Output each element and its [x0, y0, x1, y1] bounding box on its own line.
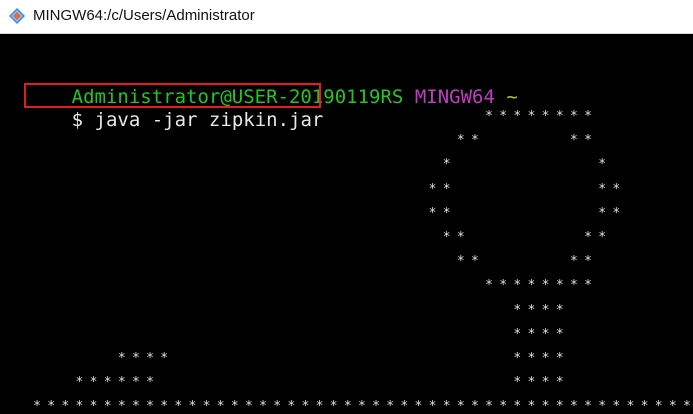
ascii-art-line: ******** [19, 278, 599, 294]
ascii-art-line: ****************************************… [19, 399, 693, 414]
ascii-art-line: ** ** [19, 181, 627, 197]
ascii-art-line: ****** **** [19, 375, 570, 391]
ascii-art-line: ******** [19, 109, 599, 124]
ascii-art-line: ** ** [19, 205, 627, 221]
ascii-art-line: * * [19, 157, 613, 173]
ascii-art-line: **** [19, 326, 570, 342]
title-bar[interactable]: MINGW64:/c/Users/Administrator [0, 0, 693, 34]
ascii-art-line: **** [19, 302, 570, 318]
git-bash-icon [9, 8, 25, 24]
ascii-art-line: **** **** [19, 351, 570, 366]
window-title: MINGW64:/c/Users/Administrator [33, 7, 255, 24]
ascii-art-line: ** ** [19, 254, 599, 270]
terminal-window: MINGW64:/c/Users/Administrator Administr… [0, 0, 693, 414]
ascii-art-line: ** ** [19, 230, 613, 245]
terminal-area[interactable]: Administrator@USER-20190119RS MINGW64 ~ … [0, 35, 693, 414]
ascii-art-line: ** ** [19, 133, 599, 149]
